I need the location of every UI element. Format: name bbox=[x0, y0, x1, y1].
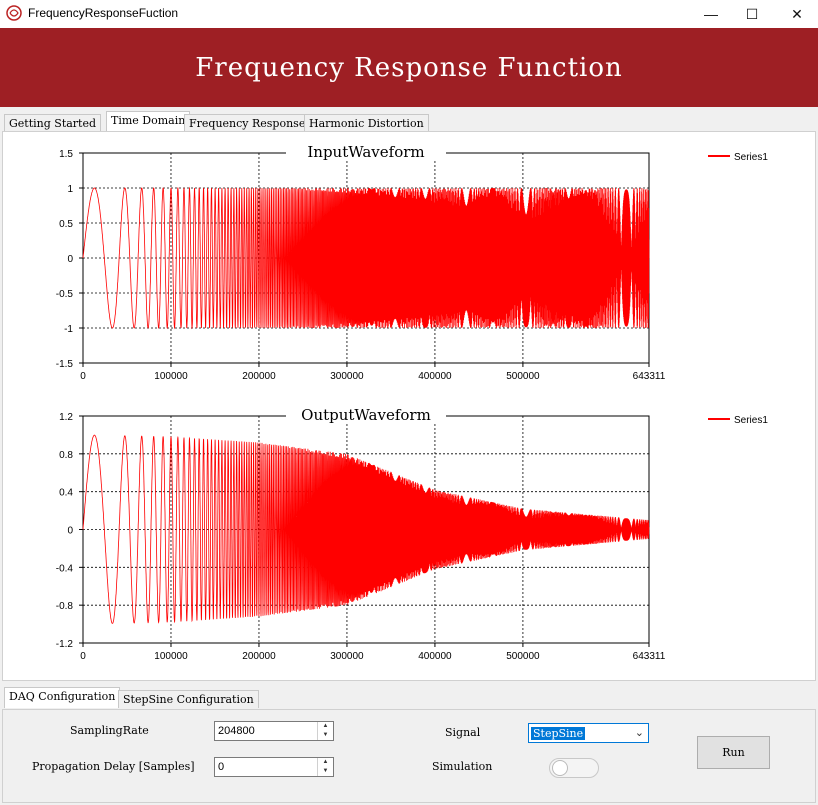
arrow-down-icon[interactable]: ▼ bbox=[318, 731, 333, 740]
arrow-down-icon[interactable]: ▼ bbox=[318, 767, 333, 776]
simulation-toggle[interactable] bbox=[549, 758, 599, 778]
propagation-delay-stepper[interactable]: 0 ▲ ▼ bbox=[214, 757, 334, 777]
y-tick-label: -1 bbox=[64, 324, 73, 335]
y-tick-label: 1 bbox=[67, 184, 73, 195]
x-tick-label: 400000 bbox=[418, 651, 452, 662]
x-tick-label: 500000 bbox=[506, 371, 540, 382]
minimize-button[interactable]: — bbox=[688, 0, 734, 28]
x-tick-label: 200000 bbox=[242, 651, 276, 662]
y-tick-label: 1.2 bbox=[59, 412, 73, 423]
x-tick-label: 300000 bbox=[330, 651, 364, 662]
y-tick-label: -0.8 bbox=[56, 601, 74, 612]
sampling-rate-label: SamplingRate bbox=[70, 724, 149, 737]
y-tick-label: -1.5 bbox=[56, 359, 74, 370]
x-tick-label: 300000 bbox=[330, 371, 364, 382]
y-tick-label: -1.2 bbox=[56, 639, 74, 650]
minimize-icon: — bbox=[704, 6, 718, 22]
y-tick-label: -0.4 bbox=[56, 563, 74, 574]
x-tick-label: 400000 bbox=[418, 371, 452, 382]
tab-harmonic-distortion[interactable]: Harmonic Distortion bbox=[304, 114, 429, 132]
propagation-delay-value: 0 bbox=[218, 761, 225, 773]
arrow-up-icon[interactable]: ▲ bbox=[318, 758, 333, 767]
maximize-button[interactable]: ☐ bbox=[729, 0, 775, 28]
legend-label: Series1 bbox=[734, 415, 768, 426]
sampling-rate-value: 204800 bbox=[218, 725, 255, 737]
x-tick-label: 0 bbox=[80, 371, 86, 382]
signal-value: StepSine bbox=[531, 727, 586, 740]
signal-label: Signal bbox=[445, 726, 481, 739]
chart-title: InputWaveform bbox=[307, 143, 424, 161]
tab-getting-started[interactable]: Getting Started bbox=[4, 114, 102, 132]
window-title: FrequencyResponseFuction bbox=[28, 6, 179, 20]
chart-input-waveform: 0 100000 200000 300000 400000 500000 643311 1.5… bbox=[56, 143, 769, 382]
tab-stepsine-configuration[interactable]: StepSine Configuration bbox=[118, 690, 259, 708]
toggle-knob bbox=[552, 760, 568, 776]
x-tick-label: 643311 bbox=[633, 651, 666, 662]
tab-time-domain[interactable]: Time Domain bbox=[106, 111, 191, 132]
x-tick-label: 643311 bbox=[633, 371, 666, 382]
charts-canvas: 0 100000 200000 300000 400000 500000 643311 1.5… bbox=[56, 143, 769, 662]
signal-select[interactable]: StepSine ⌄ bbox=[528, 723, 649, 743]
tab-frequency-response[interactable]: Frequency Response bbox=[184, 114, 311, 132]
y-tick-label: -0.5 bbox=[56, 289, 74, 300]
x-tick-label: 500000 bbox=[506, 651, 540, 662]
x-tick-label: 0 bbox=[80, 651, 86, 662]
page-title: Frequency Response Function bbox=[195, 52, 623, 83]
run-button[interactable]: Run bbox=[697, 736, 770, 769]
stepper-arrows[interactable]: ▲ ▼ bbox=[317, 722, 333, 740]
arrow-up-icon[interactable]: ▲ bbox=[318, 722, 333, 731]
propagation-delay-label: Propagation Delay [Samples] bbox=[32, 760, 195, 773]
x-tick-label: 100000 bbox=[154, 371, 188, 382]
chart-legend: Series1 bbox=[708, 152, 768, 163]
y-tick-label: 0 bbox=[67, 526, 73, 537]
chart-legend: Series1 bbox=[708, 415, 768, 426]
chevron-down-icon: ⌄ bbox=[634, 727, 644, 739]
main-tab-strip: Getting Started Time Domain Frequency Re… bbox=[2, 111, 818, 132]
title-bar: FrequencyResponseFuction — ☐ ✕ bbox=[0, 0, 818, 28]
time-domain-panel: 0 100000 200000 300000 400000 500000 643311 1.5… bbox=[2, 131, 816, 681]
simulation-label: Simulation bbox=[432, 760, 493, 773]
legend-label: Series1 bbox=[734, 152, 768, 163]
maximize-icon: ☐ bbox=[745, 5, 759, 22]
close-button[interactable]: ✕ bbox=[774, 0, 818, 28]
header-banner: Frequency Response Function bbox=[0, 28, 818, 107]
chart-title: OutputWaveform bbox=[301, 406, 431, 424]
stepper-arrows[interactable]: ▲ ▼ bbox=[317, 758, 333, 776]
y-tick-label: 0 bbox=[67, 254, 73, 265]
app-logo-icon bbox=[6, 5, 22, 21]
chart-output-waveform: 0 100000 200000 300000 400000 500000 643311 1.2… bbox=[56, 406, 769, 662]
sampling-rate-stepper[interactable]: 204800 ▲ ▼ bbox=[214, 721, 334, 741]
x-tick-label: 100000 bbox=[154, 651, 188, 662]
y-tick-label: 1.5 bbox=[59, 149, 73, 160]
config-tab-strip: DAQ Configuration StepSine Configuration bbox=[2, 687, 818, 708]
close-icon: ✕ bbox=[791, 5, 803, 22]
y-tick-label: 0.4 bbox=[59, 488, 73, 499]
y-tick-label: 0.5 bbox=[59, 219, 73, 230]
x-tick-label: 200000 bbox=[242, 371, 276, 382]
y-tick-label: 0.8 bbox=[59, 450, 73, 461]
tab-daq-configuration[interactable]: DAQ Configuration bbox=[4, 687, 121, 708]
